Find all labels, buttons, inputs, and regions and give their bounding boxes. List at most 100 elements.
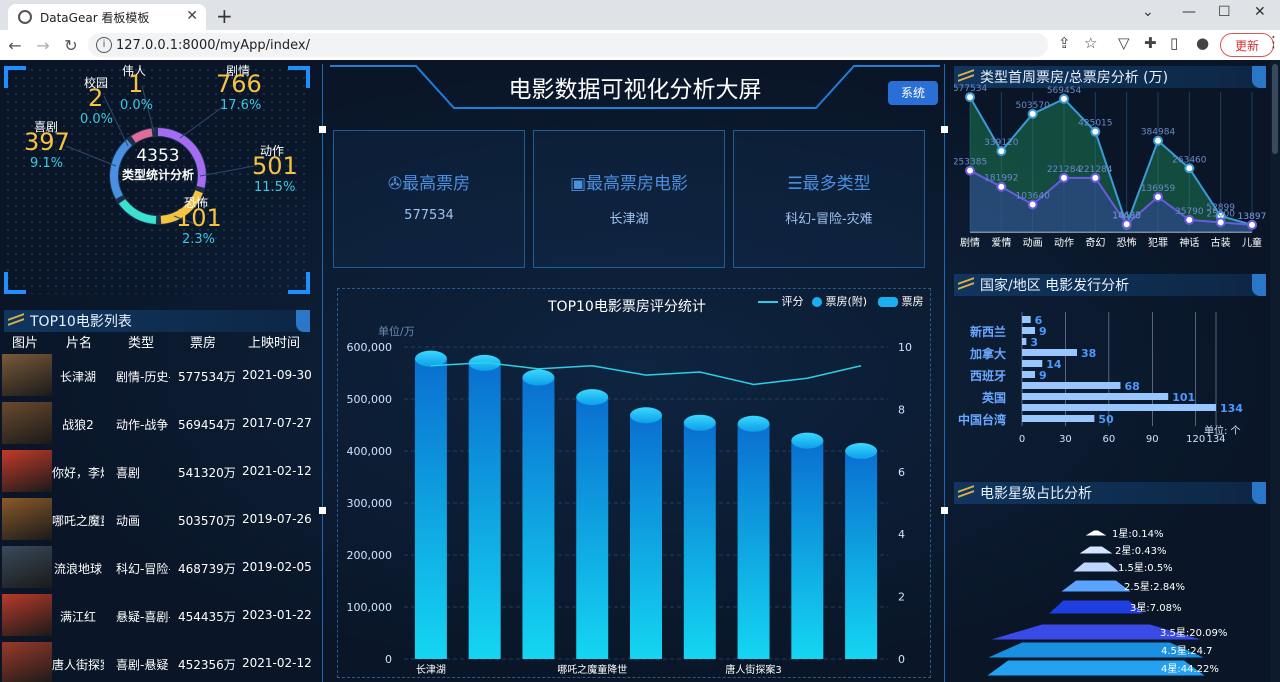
y2-tick-label: 6 xyxy=(898,466,905,479)
release-date: 2021-02-12 xyxy=(242,656,312,670)
funnel-label: 1星:0.14% xyxy=(1112,528,1164,540)
share-icon[interactable]: ⇪ xyxy=(1058,34,1071,52)
new-tab-icon[interactable]: + xyxy=(216,4,233,28)
y-tick-label: 600,000 xyxy=(347,341,393,354)
table-row[interactable]: 你好，李焕喜剧 541320万 2021-02-12 xyxy=(0,448,312,494)
data-label: 25000 xyxy=(1206,209,1235,219)
resize-handle[interactable] xyxy=(319,507,326,514)
right-divider xyxy=(944,64,945,682)
release-date: 2021-09-30 xyxy=(242,368,312,382)
release-date: 2023-01-22 xyxy=(242,608,312,622)
x-tick-label: 爱情 xyxy=(991,236,1011,249)
funnel-label: 3星:7.08% xyxy=(1130,602,1182,614)
bar xyxy=(1022,349,1078,356)
data-point xyxy=(965,165,975,176)
type-center-value: 4353 xyxy=(136,146,180,166)
kpi-label: 最多类型 xyxy=(802,174,871,194)
stars-chart-title-text: 电影星级占比分析 xyxy=(980,486,1092,502)
category-label: 中国台湾 xyxy=(958,412,1006,427)
poster-thumbnail xyxy=(2,594,52,636)
bar xyxy=(522,377,555,659)
data-point xyxy=(1059,93,1069,104)
kpi-value: 577534 xyxy=(404,208,454,223)
dashboard: 4353 类型统计分析 校园 2 0.0% 伟人 1 0.0% 剧情 766 1… xyxy=(0,60,1280,682)
bar-value: 38 xyxy=(1081,347,1096,360)
top10-list-body: 长津湖 剧情-历史- 577534万 2021-09-30 战狼2 动作-战争 569454… xyxy=(0,352,312,682)
country-chart-title-text: 国家/地区 电影发行分析 xyxy=(980,278,1130,294)
scrollbar[interactable] xyxy=(1270,60,1280,682)
data-point xyxy=(1184,163,1195,174)
extension-v-icon[interactable]: ▽ xyxy=(1118,34,1130,52)
country-bar-chart: 0 30 60 90 120 134新西兰加拿大西班牙英国中国台湾693381496810… xyxy=(958,312,1243,445)
movie-box-office: 569454万 xyxy=(178,418,236,432)
bar-value: 14 xyxy=(1046,358,1062,371)
bar-cap xyxy=(737,415,770,432)
y2-tick-label: 8 xyxy=(898,403,905,416)
bar xyxy=(1022,371,1036,378)
x-tick-label: 动作 xyxy=(1054,237,1074,249)
movie-box-office: 577534万 xyxy=(178,370,236,384)
data-point xyxy=(965,92,975,103)
bar-cap xyxy=(845,443,878,459)
y-tick-label: 200,000 xyxy=(347,549,393,562)
type-count-dongzuo: 501 xyxy=(252,152,298,180)
close-tab-icon[interactable]: ✕ xyxy=(186,8,198,24)
poster-thumbnail xyxy=(2,354,52,396)
data-point xyxy=(1090,126,1101,137)
browser-tab[interactable]: DataGear 看板模板 ✕ xyxy=(8,4,206,30)
data-label: 253385 xyxy=(954,158,987,168)
kpi-top-genre: ☰最多类型 科幻-冒险-灾难 xyxy=(733,130,925,268)
table-row[interactable]: 流浪地球 科幻-冒险- 468739万 2019-02-05 xyxy=(0,544,312,590)
forward-icon[interactable]: → xyxy=(30,36,56,55)
minimize-icon[interactable]: — xyxy=(1182,4,1196,20)
bar xyxy=(1022,327,1036,334)
table-row[interactable]: 哪吒之魔童动画 503570万 2019-07-26 xyxy=(0,496,312,542)
resize-handle[interactable] xyxy=(319,126,326,133)
table-row[interactable]: 长津湖 剧情-历史- 577534万 2021-09-30 xyxy=(0,352,312,398)
system-button[interactable]: 系统 xyxy=(888,81,938,105)
kpi-top-movie: ▣最高票房电影 长津湖 xyxy=(533,130,725,268)
scrollbar-thumb[interactable] xyxy=(1272,64,1278,154)
release-date: 2019-02-05 xyxy=(242,560,312,574)
bar xyxy=(1022,393,1169,400)
menu-icon[interactable]: ⋮ xyxy=(1266,33,1280,51)
resize-handle[interactable] xyxy=(941,126,948,133)
movie-box-office: 454435万 xyxy=(178,610,236,624)
data-point xyxy=(1247,219,1257,230)
release-date: 2021-02-12 xyxy=(242,464,312,478)
table-row[interactable]: 唐人街探案3 喜剧-悬疑 452356万 2021-02-12 xyxy=(0,640,312,682)
table-row[interactable]: 满江红 悬疑-喜剧- 454435万 2023-01-22 xyxy=(0,592,312,638)
sidebar-icon[interactable]: ▯ xyxy=(1170,34,1178,52)
data-point xyxy=(1059,172,1069,183)
stars-funnel-chart: 1星:0.14% 2星:0.43% 1.5星:0.5% 2.5星:2.84% 3星:7.… xyxy=(984,528,1227,677)
bar xyxy=(1022,415,1095,422)
tab-title: DataGear 看板模板 xyxy=(40,10,150,25)
bar-value: 9 xyxy=(1039,325,1047,338)
kpi-label: 最高票房电影 xyxy=(586,174,689,194)
chevron-down-icon[interactable]: ⌄ xyxy=(1142,4,1154,20)
data-label: 384984 xyxy=(1141,128,1176,138)
funnel-label: 3.5星:20.09% xyxy=(1160,627,1227,639)
category-label: 英国 xyxy=(982,390,1006,405)
top10-list-title-text: TOP10电影列表 xyxy=(30,314,132,330)
info-icon[interactable]: i xyxy=(96,37,112,53)
x-tick-label: 30 xyxy=(1059,434,1072,445)
back-icon[interactable]: ← xyxy=(2,36,28,55)
close-window-icon[interactable]: ✕ xyxy=(1254,4,1266,20)
x-tick-label: 唐人街探案3 xyxy=(725,663,781,676)
bar xyxy=(791,440,824,659)
x-tick-label: 120 xyxy=(1186,434,1205,445)
movie-name: 哪吒之魔童 xyxy=(52,514,104,528)
address-bar[interactable]: i 127.0.0.1:8000/myApp/index/ xyxy=(88,33,1048,57)
table-row[interactable]: 战狼2 动作-战争 569454万 2017-07-27 xyxy=(0,400,312,446)
profile-icon[interactable]: ● xyxy=(1196,34,1209,52)
puzzle-icon[interactable]: ✚ xyxy=(1144,34,1157,52)
maximize-icon[interactable]: ☐ xyxy=(1218,4,1231,20)
genre-area-chart: 剧情 爱情 动画 动作 奇幻 恐怖 犯罪 神话 古装 儿童 577534 339120 503570 56… xyxy=(954,84,1266,249)
movie-type: 剧情-历史- xyxy=(116,370,170,384)
reload-icon[interactable]: ↻ xyxy=(58,36,84,55)
star-icon[interactable]: ☆ xyxy=(1084,34,1097,52)
y-tick-label: 500,000 xyxy=(347,393,393,406)
resize-handle[interactable] xyxy=(941,507,948,514)
col-header-date: 上映时间 xyxy=(248,336,301,351)
